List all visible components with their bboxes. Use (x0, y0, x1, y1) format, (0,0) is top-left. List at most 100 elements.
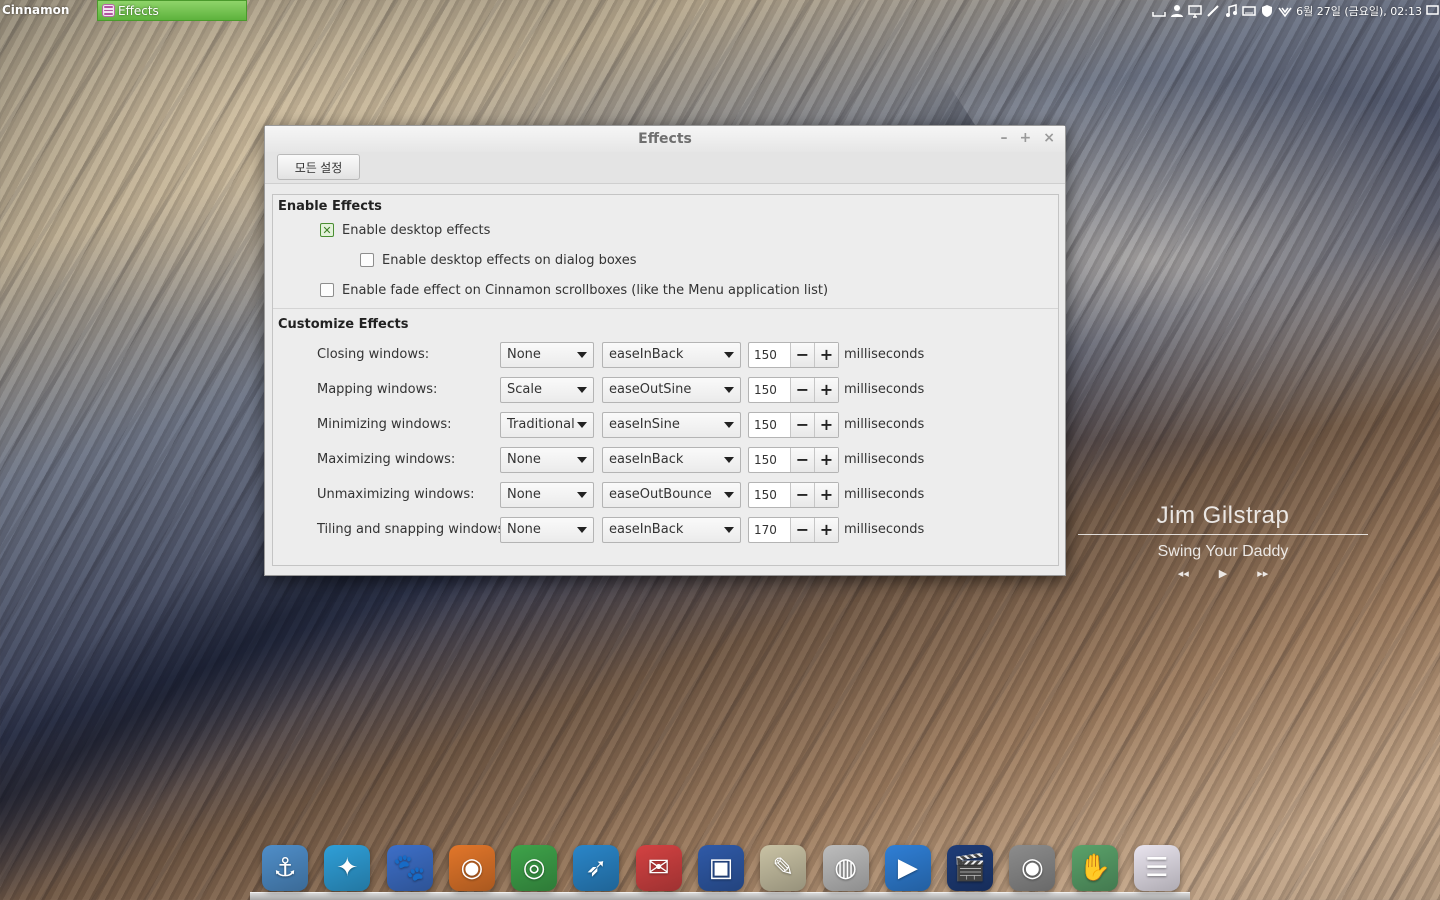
effect-easing-value: easeOutBounce (609, 487, 712, 502)
effect-easing-value: easeInSine (609, 417, 680, 432)
hand-icon[interactable]: ✋ (1071, 845, 1118, 891)
effect-style-dropdown[interactable]: None (500, 481, 594, 508)
effect-style-dropdown[interactable]: Traditional (500, 411, 594, 438)
fade-effect-row[interactable]: Enable fade effect on Cinnamon scrollbox… (273, 275, 1058, 305)
show-desktop-icon[interactable] (1426, 4, 1440, 18)
effect-row: Closing windows: None easeInBack 150− + milli… (273, 337, 1058, 372)
effect-style-value: None (507, 452, 541, 467)
effect-label: Maximizing windows: (317, 452, 456, 467)
taskbar-window-label: Effects (118, 3, 159, 18)
user-icon[interactable] (1170, 4, 1184, 18)
duration-spinner: 150− + (748, 376, 839, 403)
decrement-button[interactable]: − (790, 517, 814, 542)
desktop-effects-label: Enable desktop effects (342, 222, 491, 238)
effect-easing-dropdown[interactable]: easeInBack (602, 516, 741, 543)
effect-easing-dropdown[interactable]: easeInSine (602, 411, 741, 438)
minimize-button[interactable]: – (1001, 130, 1008, 146)
firefox-icon[interactable]: ◉ (448, 845, 495, 891)
notepad-icon[interactable]: ✎ (760, 845, 807, 891)
chrome-icon[interactable]: ◎ (511, 845, 558, 891)
dropdown-arrow-icon (577, 386, 587, 393)
effect-row: Mapping windows: Scale easeOutSine 150− + mil… (273, 372, 1058, 407)
effect-style-dropdown[interactable]: None (500, 446, 594, 473)
window-titlebar[interactable]: Effects – + × (265, 126, 1065, 152)
effect-easing-dropdown[interactable]: easeInBack (602, 446, 741, 473)
decrement-button[interactable]: − (790, 412, 814, 437)
decrement-button[interactable]: − (790, 342, 814, 367)
duration-spinner: 150− + (748, 341, 839, 368)
duration-input[interactable]: 150 (749, 343, 790, 367)
effect-easing-dropdown[interactable]: easeOutBounce (602, 481, 741, 508)
clapper-icon[interactable]: 🎬 (947, 845, 994, 891)
music-artist: Jim Gilstrap (1078, 502, 1368, 535)
duration-input[interactable]: 150 (749, 378, 790, 402)
previous-track-icon[interactable]: ◂◂ (1178, 567, 1189, 580)
music-note-icon[interactable] (1224, 4, 1238, 18)
increment-button[interactable]: + (814, 377, 838, 402)
anchor-icon[interactable]: ⚓ (262, 845, 308, 891)
duration-input[interactable]: 170 (749, 518, 790, 542)
duration-input[interactable]: 150 (749, 448, 790, 472)
all-settings-button[interactable]: 모든 설정 (277, 154, 360, 180)
increment-button[interactable]: + (814, 447, 838, 472)
keyboard-icon[interactable] (1152, 4, 1166, 18)
drive-icon[interactable] (1242, 4, 1256, 18)
window-title: Effects (638, 131, 692, 147)
settings-content: Enable Effects ✕ Enable desktop effects … (272, 194, 1059, 566)
spark-icon[interactable]: ✦ (324, 845, 371, 891)
display-icon[interactable] (1188, 4, 1202, 18)
effect-style-value: None (507, 522, 541, 537)
effect-style-value: None (507, 347, 541, 362)
dropdown-arrow-icon (577, 491, 587, 498)
taskbar-window-effects[interactable]: Effects (97, 0, 247, 21)
effect-style-dropdown[interactable]: Scale (500, 376, 594, 403)
customize-effects-title: Customize Effects (278, 317, 409, 332)
shield-icon[interactable] (1260, 4, 1274, 18)
desktop-effects-row[interactable]: ✕ Enable desktop effects (273, 215, 1058, 245)
duration-input[interactable]: 150 (749, 483, 790, 507)
decrement-button[interactable]: − (790, 447, 814, 472)
clock[interactable]: 6월 27일 (금요일), 02:13 (1296, 3, 1422, 19)
increment-button[interactable]: + (814, 482, 838, 507)
system-tray: 6월 27일 (금요일), 02:13 (1152, 2, 1440, 20)
increment-button[interactable]: + (814, 342, 838, 367)
effect-row: Maximizing windows: None easeInBack 150− + mi… (273, 442, 1058, 477)
close-button[interactable]: × (1043, 130, 1055, 146)
effect-style-value: Scale (507, 382, 542, 397)
dialog-effects-checkbox[interactable] (360, 253, 374, 267)
toggle-settings-icon[interactable]: ☰ (1133, 845, 1180, 891)
effect-easing-value: easeInBack (609, 347, 684, 362)
paw-icon[interactable]: 🐾 (386, 845, 433, 891)
effect-easing-value: easeOutSine (609, 382, 692, 397)
effect-easing-dropdown[interactable]: easeOutSine (602, 376, 741, 403)
dialog-effects-row[interactable]: Enable desktop effects on dialog boxes (273, 245, 1058, 275)
menu-button[interactable]: Cinnamon (2, 3, 69, 17)
monitor-icon[interactable]: ▣ (697, 845, 744, 891)
bird-icon[interactable]: ➶ (573, 845, 620, 891)
maximize-button[interactable]: + (1020, 130, 1032, 146)
decrement-button[interactable]: − (790, 377, 814, 402)
increment-button[interactable]: + (814, 517, 838, 542)
effect-style-dropdown[interactable]: None (500, 341, 594, 368)
increment-button[interactable]: + (814, 412, 838, 437)
webcam-icon[interactable]: ◉ (1009, 845, 1056, 891)
mail-icon[interactable]: ✉ (635, 845, 682, 891)
effect-row: Unmaximizing windows: None easeOutBounce 15… (273, 477, 1058, 512)
ipod-icon[interactable]: ◍ (822, 845, 869, 891)
pen-icon[interactable] (1206, 4, 1220, 18)
decrement-button[interactable]: − (790, 482, 814, 507)
effect-style-dropdown[interactable]: None (500, 516, 594, 543)
play-icon[interactable]: ▶ (884, 845, 931, 891)
effect-easing-value: easeInBack (609, 452, 684, 467)
effect-easing-dropdown[interactable]: easeInBack (602, 341, 741, 368)
desktop-effects-checkbox[interactable]: ✕ (320, 223, 334, 237)
network-icon[interactable] (1278, 4, 1292, 18)
duration-input[interactable]: 150 (749, 413, 790, 437)
duration-spinner: 150− + (748, 411, 839, 438)
next-track-icon[interactable]: ▸▸ (1257, 567, 1268, 580)
dropdown-arrow-icon (577, 421, 587, 428)
play-icon[interactable]: ▶ (1219, 567, 1227, 580)
duration-spinner: 170− + (748, 516, 839, 543)
fade-effect-checkbox[interactable] (320, 283, 334, 297)
effect-label: Tiling and snapping windows: (317, 522, 509, 537)
